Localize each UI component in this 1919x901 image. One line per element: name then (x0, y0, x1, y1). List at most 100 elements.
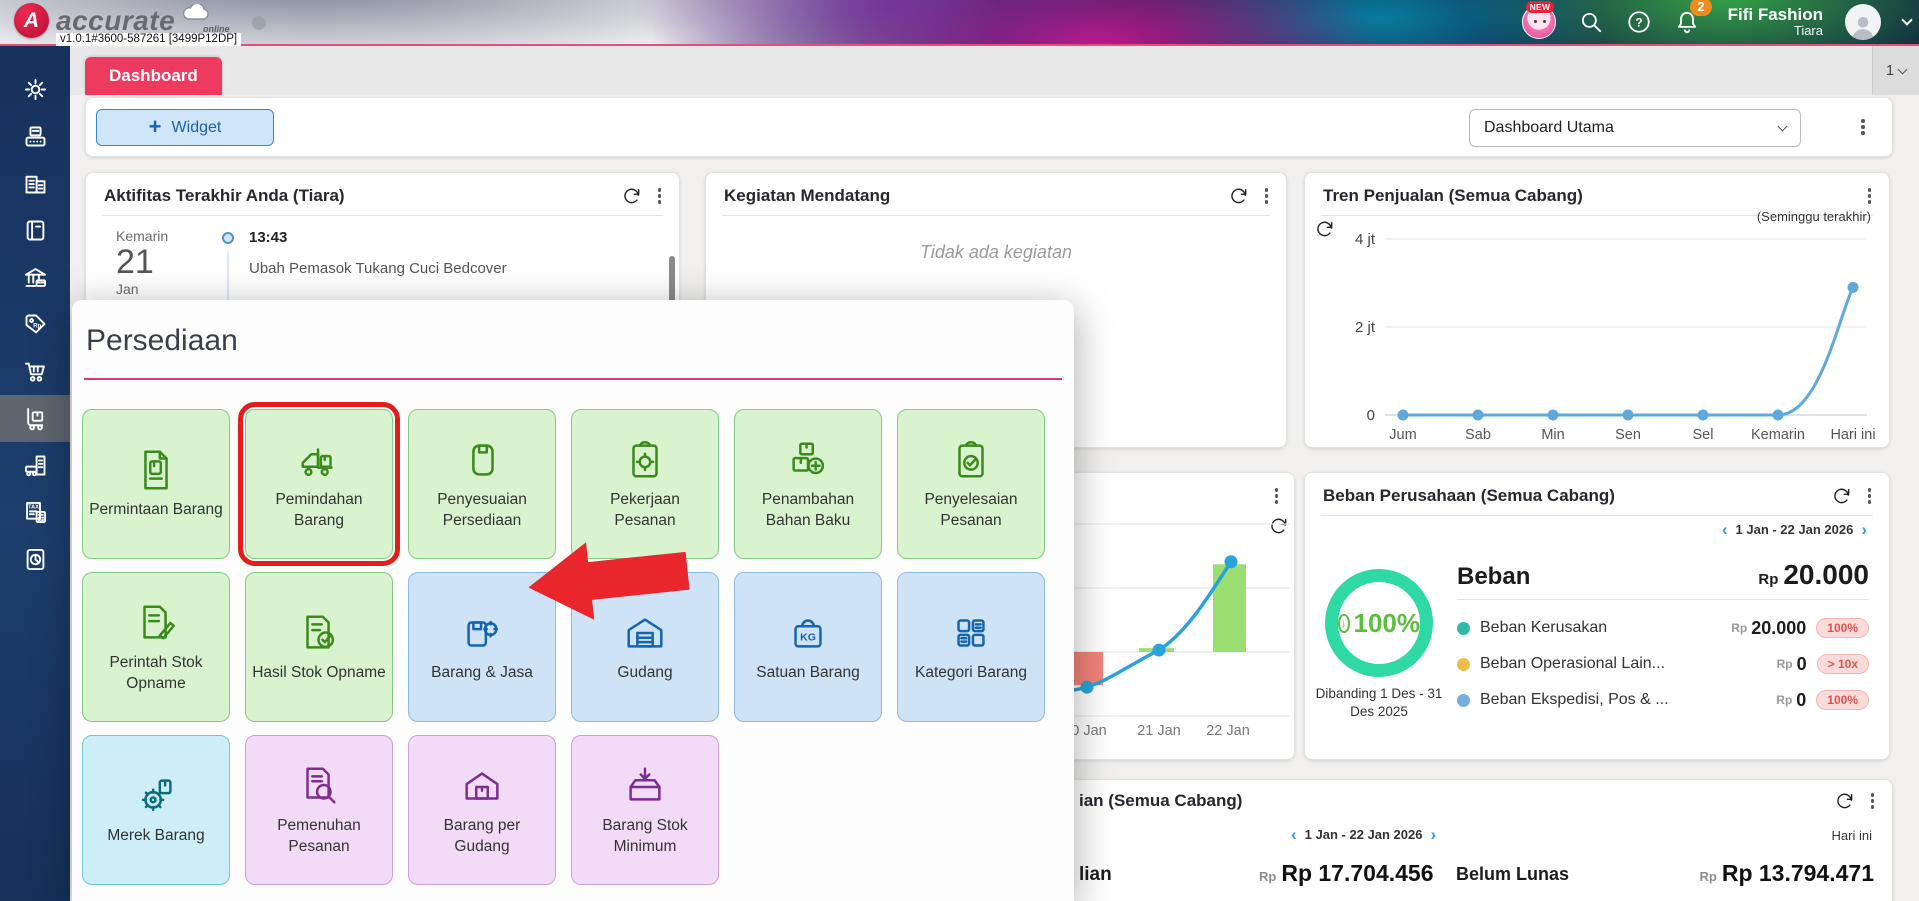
sidebar-item-bank[interactable] (0, 254, 70, 301)
panel-options-kebab[interactable] (1263, 186, 1271, 206)
expense-row[interactable]: Beban Kerusakan Rp 20.000 100% (1457, 610, 1869, 646)
tile-permintaan-barang[interactable]: Permintaan Barang (82, 409, 230, 559)
bank-icon (24, 268, 46, 287)
refresh-icon[interactable] (1229, 186, 1249, 206)
tile-merek-barang[interactable]: Merek Barang (82, 735, 230, 885)
sidebar-item-pricing[interactable]: Rp (0, 301, 70, 348)
sidebar-item-company[interactable] (0, 160, 70, 207)
tile-pemenuhan-pesanan[interactable]: Pemenuhan Pesanan (245, 735, 393, 885)
expenses-compare-note: Dibanding 1 Des - 31 Des 2025 (1315, 686, 1443, 719)
expense-row-value: 0 (1796, 653, 1807, 674)
legend-dot-icon (1457, 657, 1470, 671)
version-label: v1.0.1#3600-587261 [3499P12DP] (56, 33, 242, 46)
tile-gudang[interactable]: Gudang (571, 572, 719, 722)
sidebar-item-settings[interactable] (0, 66, 70, 113)
svg-text:2 jt: 2 jt (1355, 319, 1376, 336)
sidebar-item-reports[interactable] (0, 536, 70, 583)
currency-label: Rp (1776, 657, 1793, 671)
user-menu-chevron-icon[interactable] (1901, 14, 1913, 26)
panel-options-kebab[interactable] (1869, 791, 1877, 811)
sidebar-item-tax[interactable]: TAX (0, 489, 70, 536)
tile-penyesuaian-persediaan[interactable]: Penyesuaian Persediaan (408, 409, 556, 559)
svg-text:0: 0 (1367, 407, 1375, 424)
chevron-right-icon[interactable]: › (1861, 521, 1867, 538)
request-document-icon (133, 447, 179, 493)
expense-row-label: Beban Kerusakan (1480, 619, 1608, 636)
sidebar-item-assets[interactable] (0, 442, 70, 489)
expenses-summary-value: 20.000 (1783, 559, 1869, 590)
activity-entry-text[interactable]: Ubah Pemasok Tukang Cuci Bedcover (249, 260, 507, 277)
tile-barang-dan-jasa[interactable]: Barang & Jasa (408, 572, 556, 722)
tile-satuan-barang[interactable]: KG Satuan Barang (734, 572, 882, 722)
refresh-icon[interactable] (1835, 791, 1855, 811)
tab-dashboard[interactable]: Dashboard (85, 57, 222, 95)
tab-strip: Dashboard 1 (70, 46, 1919, 95)
adjustment-box-icon (459, 437, 505, 483)
tile-hasil-stok-opname[interactable]: Hasil Stok Opname (245, 572, 393, 722)
handtruck-inventory-icon (26, 407, 43, 431)
expense-row[interactable]: Beban Operasional Lain... Rp 0 > 10x (1457, 646, 1869, 682)
notification-count-badge: 2 (1690, 0, 1712, 16)
tile-barang-per-gudang[interactable]: Barang per Gudang (408, 735, 556, 885)
dashboard-select[interactable]: Dashboard Utama (1469, 109, 1801, 147)
activity-month-label: Jan (116, 281, 139, 298)
currency-label: Rp (1731, 621, 1748, 635)
refresh-icon[interactable] (622, 186, 642, 206)
add-widget-button[interactable]: + Widget (96, 109, 274, 146)
tile-pekerjaan-pesanan[interactable]: Pekerjaan Pesanan (571, 409, 719, 559)
category-grid-icon (948, 610, 994, 656)
panel-company-expenses: Beban Perusahaan (Semua Cabang) ‹ 1 Jan … (1304, 472, 1890, 760)
mascot-avatar[interactable]: NEW (1521, 1, 1556, 39)
currency-label: Rp (1776, 693, 1793, 707)
search-icon[interactable] (1578, 9, 1604, 35)
sidebar-item-cash-register[interactable] (0, 113, 70, 160)
svg-text:22 Jan: 22 Jan (1206, 723, 1250, 739)
dashboard-options-kebab[interactable] (1859, 117, 1867, 137)
tile-pemindahan-barang[interactable]: Pemindahan Barang (238, 402, 400, 566)
mascot-face-icon (1533, 20, 1537, 23)
dialog-title-underline (84, 378, 1062, 380)
main-sidebar: Rp TAX (0, 46, 70, 901)
widget-toolbar: + Widget Dashboard Utama (85, 97, 1893, 157)
sidebar-item-purchases[interactable] (0, 348, 70, 395)
donut-percentage: 100% (1353, 607, 1421, 638)
purchases-row-label-fragment: lian (1079, 864, 1112, 885)
chevron-left-icon[interactable]: ‹ (1291, 826, 1297, 843)
tile-penambahan-bahan-baku[interactable]: Penambahan Bahan Baku (734, 409, 882, 559)
kg-weight-icon: KG (785, 610, 831, 656)
expense-change-badge: > 10x (1816, 654, 1869, 674)
expense-change-badge: 100% (1816, 618, 1869, 638)
chevron-left-icon[interactable]: ‹ (1722, 521, 1728, 538)
chevron-right-icon[interactable]: › (1430, 826, 1436, 843)
user-avatar[interactable] (1845, 4, 1881, 40)
date-range-value: 1 Jan - 22 Jan 2026 (1735, 522, 1854, 537)
activity-title: Aktifitas Terakhir Anda (Tiara) (104, 186, 345, 205)
tab-page-indicator[interactable]: 1 (1872, 46, 1919, 95)
page-indicator-value: 1 (1885, 62, 1895, 79)
upcoming-title: Kegiatan Mendatang (724, 186, 891, 205)
svg-text:Rp: Rp (33, 322, 41, 329)
notifications-bell-icon[interactable]: 2 (1674, 0, 1712, 35)
tile-penyelesaian-pesanan[interactable]: Penyelesaian Pesanan (897, 409, 1045, 559)
new-badge: NEW (1525, 1, 1555, 13)
panel-options-kebab[interactable] (656, 186, 664, 206)
expenses-summary-label: Beban (1457, 563, 1531, 590)
add-widget-label: Widget (171, 118, 222, 136)
gear-icon (24, 78, 46, 101)
app-header: A accurate online NEW ? 2 Fifi Fashion T… (0, 0, 1919, 44)
panel-options-kebab[interactable] (1866, 486, 1874, 506)
inventory-menu-grid: Permintaan Barang Pemindahan Barang Peny… (82, 402, 1045, 885)
refresh-icon[interactable] (1832, 486, 1852, 506)
user-info[interactable]: Fifi Fashion Tiara (1728, 5, 1823, 39)
user-branch: Tiara (1793, 23, 1823, 39)
svg-text:Min: Min (1541, 427, 1564, 443)
sidebar-item-inventory[interactable] (0, 395, 70, 442)
document-pencil-icon (133, 600, 179, 646)
tile-kategori-barang[interactable]: Kategori Barang (897, 572, 1045, 722)
panel-options-kebab[interactable] (1866, 186, 1874, 206)
expense-row[interactable]: Beban Ekspedisi, Pos & ... Rp 0 100% (1457, 682, 1869, 718)
sidebar-item-ledger[interactable] (0, 207, 70, 254)
tile-perintah-stok-opname[interactable]: Perintah Stok Opname (82, 572, 230, 722)
help-icon[interactable]: ? (1626, 9, 1652, 35)
tile-barang-stok-minimum[interactable]: Barang Stok Minimum (571, 735, 719, 885)
